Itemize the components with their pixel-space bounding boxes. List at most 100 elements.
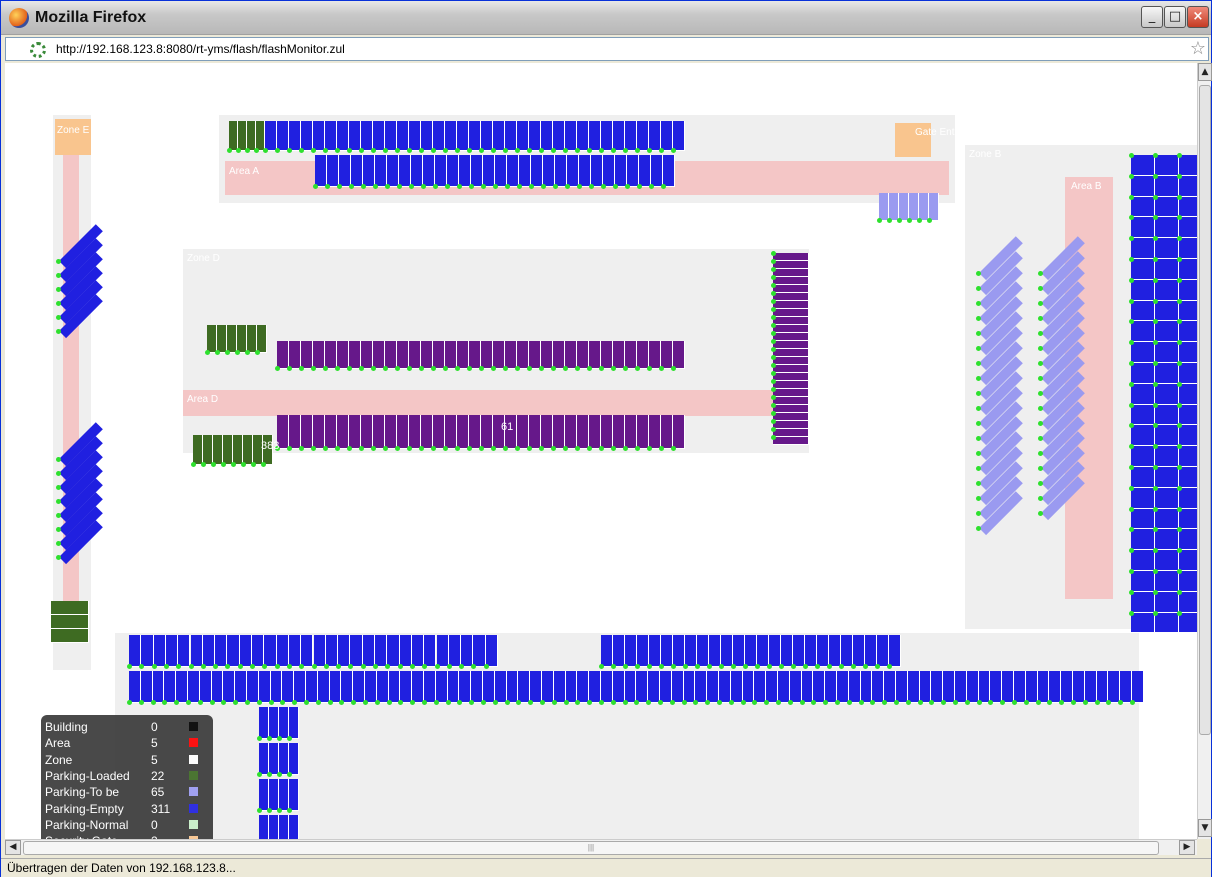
parking-slot[interactable] — [505, 121, 517, 151]
parking-slot[interactable] — [1155, 175, 1179, 197]
parking-slot[interactable] — [841, 635, 853, 667]
parking-slot[interactable] — [899, 193, 909, 221]
parking-slot[interactable] — [493, 121, 505, 151]
parking-slot[interactable] — [494, 671, 507, 703]
parking-slot[interactable] — [1131, 155, 1155, 176]
parking-slot[interactable] — [565, 671, 578, 703]
parking-slot[interactable] — [337, 341, 349, 369]
parking-slot[interactable] — [966, 671, 979, 703]
parking-slot[interactable] — [529, 121, 541, 151]
parking-slot[interactable] — [376, 671, 389, 703]
parking-slot[interactable] — [773, 309, 809, 317]
parking-slot[interactable] — [697, 635, 709, 667]
parking-slot[interactable] — [1179, 238, 1197, 259]
parking-slot[interactable] — [829, 635, 841, 667]
parking-slot[interactable] — [140, 671, 153, 703]
parking-slot[interactable] — [1155, 342, 1179, 363]
parking-slot[interactable] — [1155, 238, 1179, 259]
parking-slot[interactable] — [517, 415, 529, 449]
parking-slot[interactable] — [1179, 321, 1197, 343]
parking-slot[interactable] — [805, 635, 817, 667]
parking-slot[interactable] — [649, 635, 661, 667]
parking-slot[interactable] — [277, 121, 289, 151]
parking-slot[interactable] — [164, 671, 177, 703]
parking-slot[interactable] — [1155, 155, 1179, 176]
parking-slot[interactable] — [337, 415, 349, 449]
parking-slot[interactable] — [259, 707, 269, 739]
parking-slot[interactable] — [589, 341, 601, 369]
parking-slot[interactable] — [695, 671, 708, 703]
parking-slot[interactable] — [793, 635, 805, 667]
parking-slot[interactable] — [1155, 571, 1179, 592]
parking-slot[interactable] — [1155, 383, 1179, 405]
parking-slot[interactable] — [349, 341, 361, 369]
parking-slot[interactable] — [399, 155, 411, 187]
parking-slot[interactable] — [447, 671, 460, 703]
parking-slot[interactable] — [294, 671, 306, 703]
parking-slot[interactable] — [518, 671, 531, 703]
parking-slot[interactable] — [1131, 217, 1155, 239]
parking-slot[interactable] — [445, 415, 457, 449]
parking-slot[interactable] — [589, 671, 601, 703]
parking-slot[interactable] — [773, 381, 809, 389]
parking-slot[interactable] — [339, 155, 351, 187]
parking-slot[interactable] — [579, 155, 591, 187]
parking-slot[interactable] — [457, 121, 469, 151]
parking-slot[interactable] — [1155, 467, 1179, 488]
parking-slot[interactable] — [1179, 342, 1197, 363]
vertical-scrollbar[interactable]: ▲ ▼ — [1197, 63, 1212, 839]
parking-slot[interactable] — [505, 341, 517, 369]
parking-slot[interactable] — [349, 121, 361, 151]
parking-slot[interactable] — [289, 815, 299, 839]
parking-slot[interactable] — [213, 435, 223, 465]
parking-slot[interactable] — [719, 671, 731, 703]
parking-slot[interactable] — [773, 365, 809, 373]
parking-slot[interactable] — [129, 671, 141, 703]
parking-slot[interactable] — [754, 671, 767, 703]
parking-slot[interactable] — [625, 121, 637, 151]
parking-slot[interactable] — [673, 415, 685, 449]
parking-slot[interactable] — [872, 671, 885, 703]
parking-slot[interactable] — [660, 671, 672, 703]
parking-slot[interactable] — [279, 779, 289, 811]
parking-slot[interactable] — [1131, 446, 1155, 467]
parking-slot[interactable] — [327, 155, 339, 187]
parking-slot[interactable] — [742, 671, 755, 703]
parking-slot[interactable] — [1179, 467, 1197, 488]
parking-slot[interactable] — [259, 779, 269, 811]
parking-slot[interactable] — [663, 155, 675, 187]
parking-slot[interactable] — [553, 671, 566, 703]
parking-slot[interactable] — [1002, 671, 1014, 703]
parking-slot[interactable] — [279, 743, 289, 775]
parking-slot[interactable] — [1131, 487, 1155, 509]
parking-slot[interactable] — [481, 341, 493, 369]
parking-slot[interactable] — [313, 341, 325, 369]
parking-slot[interactable] — [519, 155, 531, 187]
parking-slot[interactable] — [361, 121, 373, 151]
parking-slot[interactable] — [567, 155, 579, 187]
parking-slot[interactable] — [541, 341, 553, 369]
parking-slot[interactable] — [1131, 508, 1155, 530]
parking-slot[interactable] — [1131, 342, 1155, 363]
parking-slot[interactable] — [469, 341, 481, 369]
parking-slot[interactable] — [421, 415, 433, 449]
parking-slot[interactable] — [239, 635, 252, 667]
parking-slot[interactable] — [207, 325, 217, 353]
parking-slot[interactable] — [1179, 196, 1197, 218]
parking-slot[interactable] — [1179, 446, 1197, 467]
parking-slot[interactable] — [577, 341, 589, 369]
parking-slot[interactable] — [591, 155, 603, 187]
parking-slot[interactable] — [387, 155, 399, 187]
parking-slot[interactable] — [773, 261, 809, 269]
parking-slot[interactable] — [1131, 425, 1155, 447]
parking-slot[interactable] — [227, 325, 237, 353]
parking-slot[interactable] — [165, 635, 179, 667]
parking-slot[interactable] — [1014, 671, 1026, 703]
parking-slot[interactable] — [625, 341, 637, 369]
parking-slot[interactable] — [766, 671, 778, 703]
parking-slot[interactable] — [375, 635, 388, 667]
parking-slot[interactable] — [238, 121, 247, 151]
parking-slot[interactable] — [252, 635, 265, 667]
parking-slot[interactable] — [773, 397, 809, 405]
parking-slot[interactable] — [1025, 671, 1038, 703]
